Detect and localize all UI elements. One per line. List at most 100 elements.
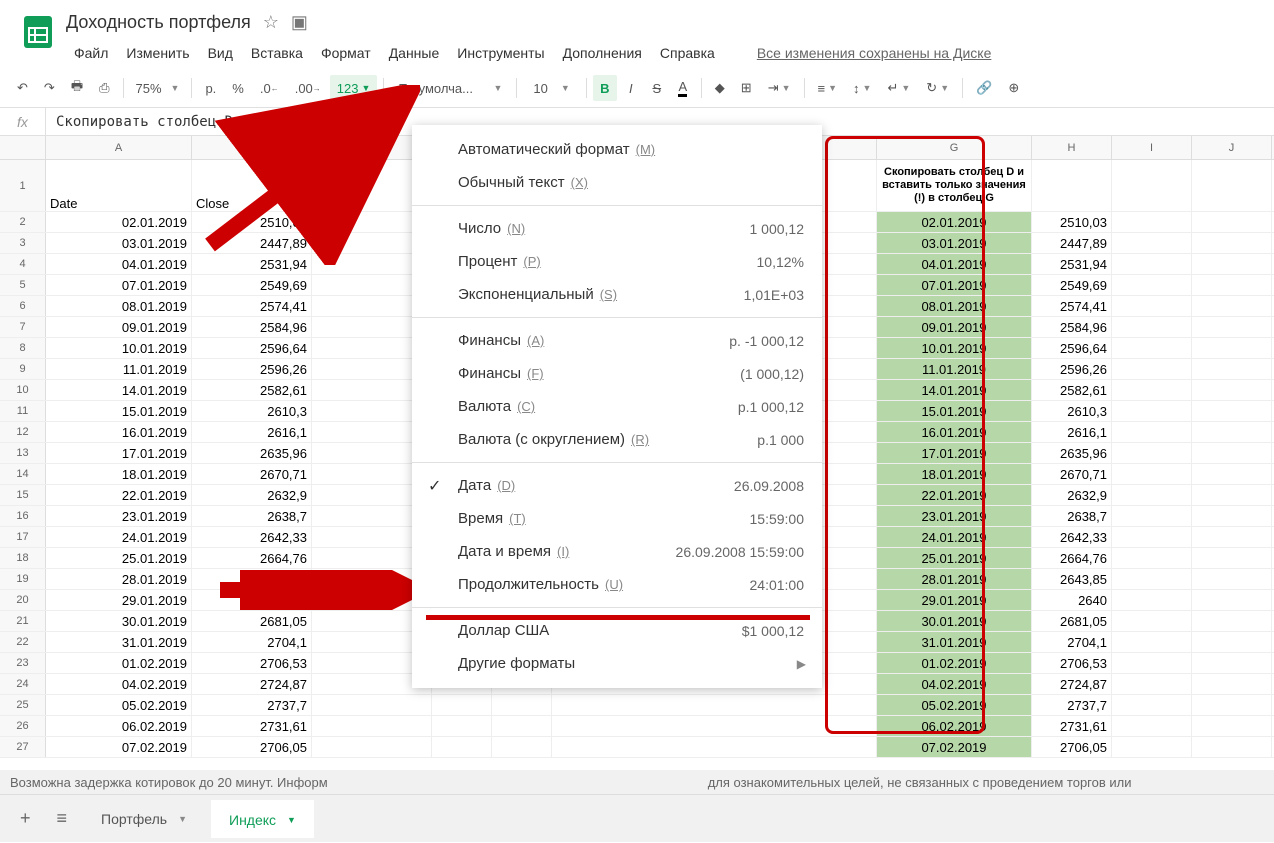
format-number[interactable]: Число(N)1 000,12 <box>412 212 822 245</box>
cell[interactable]: 2724,87 <box>192 674 312 694</box>
cell[interactable]: 2632,9 <box>192 485 312 505</box>
cell[interactable] <box>1192 485 1272 505</box>
cell[interactable]: 2731,61 <box>192 716 312 736</box>
cell[interactable]: 14.01.2019 <box>46 380 192 400</box>
cell[interactable]: 28.01.2019 <box>877 569 1032 589</box>
cell[interactable] <box>432 695 492 715</box>
cell[interactable]: 01.02.2019 <box>877 653 1032 673</box>
cell[interactable]: 15.01.2019 <box>877 401 1032 421</box>
merge-cells-icon[interactable]: ⇥▼ <box>761 75 798 101</box>
cell[interactable] <box>1112 275 1192 295</box>
cell[interactable]: 2670,71 <box>192 464 312 484</box>
cell[interactable]: 2610,3 <box>1032 401 1112 421</box>
cell[interactable]: 24.01.2019 <box>877 527 1032 547</box>
cell[interactable] <box>1112 695 1192 715</box>
cell[interactable]: 2596,64 <box>192 338 312 358</box>
cell[interactable] <box>1192 422 1272 442</box>
cell[interactable] <box>1112 338 1192 358</box>
sheet-tab-index[interactable]: Индекс▼ <box>211 800 314 838</box>
cell[interactable]: 15.01.2019 <box>46 401 192 421</box>
cell[interactable]: 10.01.2019 <box>877 338 1032 358</box>
cell[interactable] <box>1112 212 1192 232</box>
cell[interactable]: 17.01.2019 <box>877 443 1032 463</box>
cell[interactable]: 2549,69 <box>1032 275 1112 295</box>
cell[interactable] <box>552 737 877 757</box>
row-header[interactable]: 25 <box>0 695 46 715</box>
row-header[interactable]: 15 <box>0 485 46 505</box>
cell[interactable]: 2635,96 <box>192 443 312 463</box>
cell[interactable] <box>432 716 492 736</box>
link-icon[interactable]: 🔗 <box>969 75 999 101</box>
cell[interactable]: 2596,64 <box>1032 338 1112 358</box>
cell[interactable]: 04.01.2019 <box>877 254 1032 274</box>
cell[interactable]: 11.01.2019 <box>46 359 192 379</box>
row-header[interactable]: 24 <box>0 674 46 694</box>
cell[interactable] <box>312 737 432 757</box>
row-header[interactable]: 10 <box>0 380 46 400</box>
cell[interactable]: 2638,7 <box>1032 506 1112 526</box>
cell[interactable]: 24.01.2019 <box>46 527 192 547</box>
cell[interactable]: 2704,1 <box>192 632 312 652</box>
cell[interactable]: 06.02.2019 <box>877 716 1032 736</box>
cell[interactable]: 2582,61 <box>192 380 312 400</box>
redo-icon[interactable]: ↷ <box>37 75 62 101</box>
sheet-tab-portfolio[interactable]: Портфель▼ <box>83 801 205 837</box>
cell[interactable]: 18.01.2019 <box>46 464 192 484</box>
menu-format[interactable]: Формат <box>313 41 379 65</box>
cell[interactable] <box>1192 380 1272 400</box>
cell[interactable]: 2635,96 <box>1032 443 1112 463</box>
cell[interactable] <box>492 737 552 757</box>
cell[interactable]: 2531,94 <box>1032 254 1112 274</box>
cell[interactable]: 2616,1 <box>1032 422 1112 442</box>
row-header[interactable]: 27 <box>0 737 46 757</box>
format-datetime[interactable]: Дата и время(I)26.09.2008 15:59:00 <box>412 535 822 568</box>
cell[interactable]: 2640 <box>1032 590 1112 610</box>
cell[interactable]: 01.02.2019 <box>46 653 192 673</box>
cell[interactable]: 2574,41 <box>1032 296 1112 316</box>
cell[interactable]: 2681,05 <box>192 611 312 631</box>
cell[interactable] <box>1112 380 1192 400</box>
menu-data[interactable]: Данные <box>381 41 448 65</box>
document-title[interactable]: Доходность портфеля <box>66 12 251 33</box>
cell[interactable] <box>1192 212 1272 232</box>
cell[interactable]: 2670,71 <box>1032 464 1112 484</box>
cell[interactable] <box>1192 401 1272 421</box>
cell[interactable] <box>1112 464 1192 484</box>
cell[interactable] <box>1192 548 1272 568</box>
format-currency-rounded[interactable]: Валюта (с округлением)(R)р.1 000 <box>412 423 822 456</box>
cell[interactable] <box>1192 590 1272 610</box>
cell[interactable] <box>1192 674 1272 694</box>
cell[interactable]: 2724,87 <box>1032 674 1112 694</box>
cell[interactable] <box>1112 160 1192 211</box>
cell[interactable]: 23.01.2019 <box>46 506 192 526</box>
cell[interactable] <box>1192 275 1272 295</box>
row-header[interactable]: 26 <box>0 716 46 736</box>
cell[interactable]: 2447,89 <box>1032 233 1112 253</box>
cell[interactable] <box>1032 160 1112 211</box>
halign-icon[interactable]: ≡▼ <box>811 75 845 101</box>
row-header[interactable]: 7 <box>0 317 46 337</box>
undo-icon[interactable]: ↶ <box>10 75 35 101</box>
col-header[interactable]: H <box>1032 136 1112 159</box>
col-header[interactable]: I <box>1112 136 1192 159</box>
row-header[interactable]: 22 <box>0 632 46 652</box>
cell[interactable]: 30.01.2019 <box>877 611 1032 631</box>
cell[interactable]: 2596,26 <box>192 359 312 379</box>
wrap-icon[interactable]: ↵▼ <box>880 75 917 101</box>
cell[interactable] <box>1112 716 1192 736</box>
cell[interactable]: 03.01.2019 <box>877 233 1032 253</box>
cell[interactable]: 29.01.2019 <box>46 590 192 610</box>
cell[interactable] <box>1112 422 1192 442</box>
cell[interactable]: 08.01.2019 <box>877 296 1032 316</box>
row-header[interactable]: 8 <box>0 338 46 358</box>
paint-format-icon[interactable]: ⎙ <box>92 75 116 101</box>
cell[interactable]: 2549,69 <box>192 275 312 295</box>
rotate-icon[interactable]: ↻▼ <box>919 75 956 101</box>
format-scientific[interactable]: Экспоненциальный(S)1,01E+03 <box>412 278 822 311</box>
row-header[interactable]: 11 <box>0 401 46 421</box>
cell[interactable]: 2704,1 <box>1032 632 1112 652</box>
menu-edit[interactable]: Изменить <box>118 41 197 65</box>
sheets-logo-icon[interactable] <box>18 12 58 52</box>
cell[interactable]: 2574,41 <box>192 296 312 316</box>
row-header[interactable]: 19 <box>0 569 46 589</box>
